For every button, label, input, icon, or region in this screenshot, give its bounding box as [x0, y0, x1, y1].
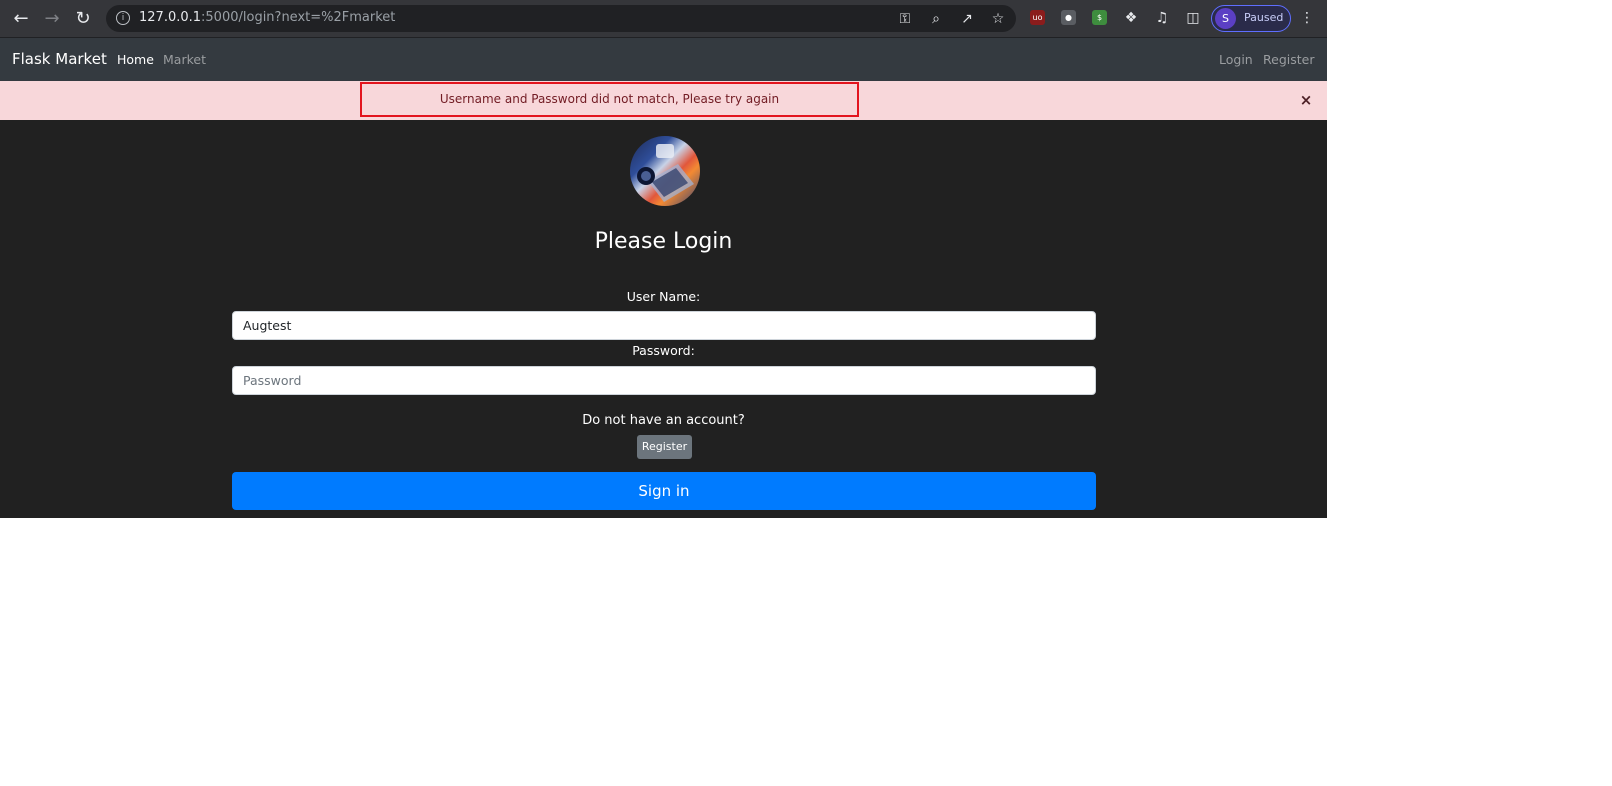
- extension-icon[interactable]: ●: [1061, 10, 1076, 25]
- side-panel-icon[interactable]: ◫: [1184, 9, 1202, 27]
- menu-icon[interactable]: ⋮: [1298, 9, 1316, 27]
- profile-button[interactable]: S Paused: [1211, 5, 1291, 32]
- key-icon[interactable]: ⚿: [896, 10, 914, 28]
- avatar: S: [1215, 8, 1236, 29]
- nav-register[interactable]: Register: [1263, 52, 1314, 67]
- ublock-extension-icon[interactable]: uo: [1030, 10, 1045, 25]
- brand-link[interactable]: Flask Market: [12, 50, 107, 68]
- logo-image: [630, 136, 700, 206]
- address-bar[interactable]: i 127.0.0.1:5000/login?next=%2Fmarket ⚿ …: [106, 5, 1016, 32]
- sign-in-button[interactable]: Sign in: [232, 472, 1096, 510]
- forward-icon[interactable]: →: [39, 6, 65, 32]
- error-alert: Username and Password did not match, Ple…: [0, 81, 1327, 120]
- reload-icon[interactable]: ↻: [70, 6, 96, 32]
- site-navbar: Flask Market Home Market Login Register: [0, 38, 1327, 81]
- close-icon[interactable]: ×: [1298, 92, 1314, 108]
- star-icon[interactable]: ☆: [989, 10, 1007, 28]
- page-title: Please Login: [594, 229, 733, 254]
- nav-login[interactable]: Login: [1219, 52, 1253, 67]
- username-label: User Name:: [626, 289, 701, 304]
- browser-toolbar: ← → ↻ i 127.0.0.1:5000/login?next=%2Fmar…: [0, 0, 1327, 38]
- site-info-icon[interactable]: i: [116, 11, 130, 25]
- no-account-text: Do not have an account?: [582, 413, 745, 428]
- share-icon[interactable]: ↗: [958, 10, 976, 28]
- url-text[interactable]: 127.0.0.1:5000/login?next=%2Fmarket: [139, 10, 395, 25]
- nav-home[interactable]: Home: [117, 52, 154, 67]
- password-field[interactable]: [232, 366, 1096, 395]
- password-label: Password:: [632, 343, 695, 358]
- media-icon[interactable]: ♫: [1153, 9, 1171, 27]
- nav-market[interactable]: Market: [163, 52, 206, 67]
- back-icon[interactable]: ←: [8, 6, 34, 32]
- register-button[interactable]: Register: [637, 435, 692, 459]
- alert-message: Username and Password did not match, Ple…: [360, 82, 859, 117]
- zoom-icon[interactable]: ⌕: [927, 10, 945, 28]
- puzzle-extensions-icon[interactable]: ❖: [1122, 9, 1140, 27]
- username-field[interactable]: [232, 311, 1096, 340]
- app-window: ← → ↻ i 127.0.0.1:5000/login?next=%2Fmar…: [0, 0, 1327, 518]
- dollar-extension-icon[interactable]: $: [1092, 10, 1107, 25]
- profile-status: Paused: [1244, 11, 1284, 24]
